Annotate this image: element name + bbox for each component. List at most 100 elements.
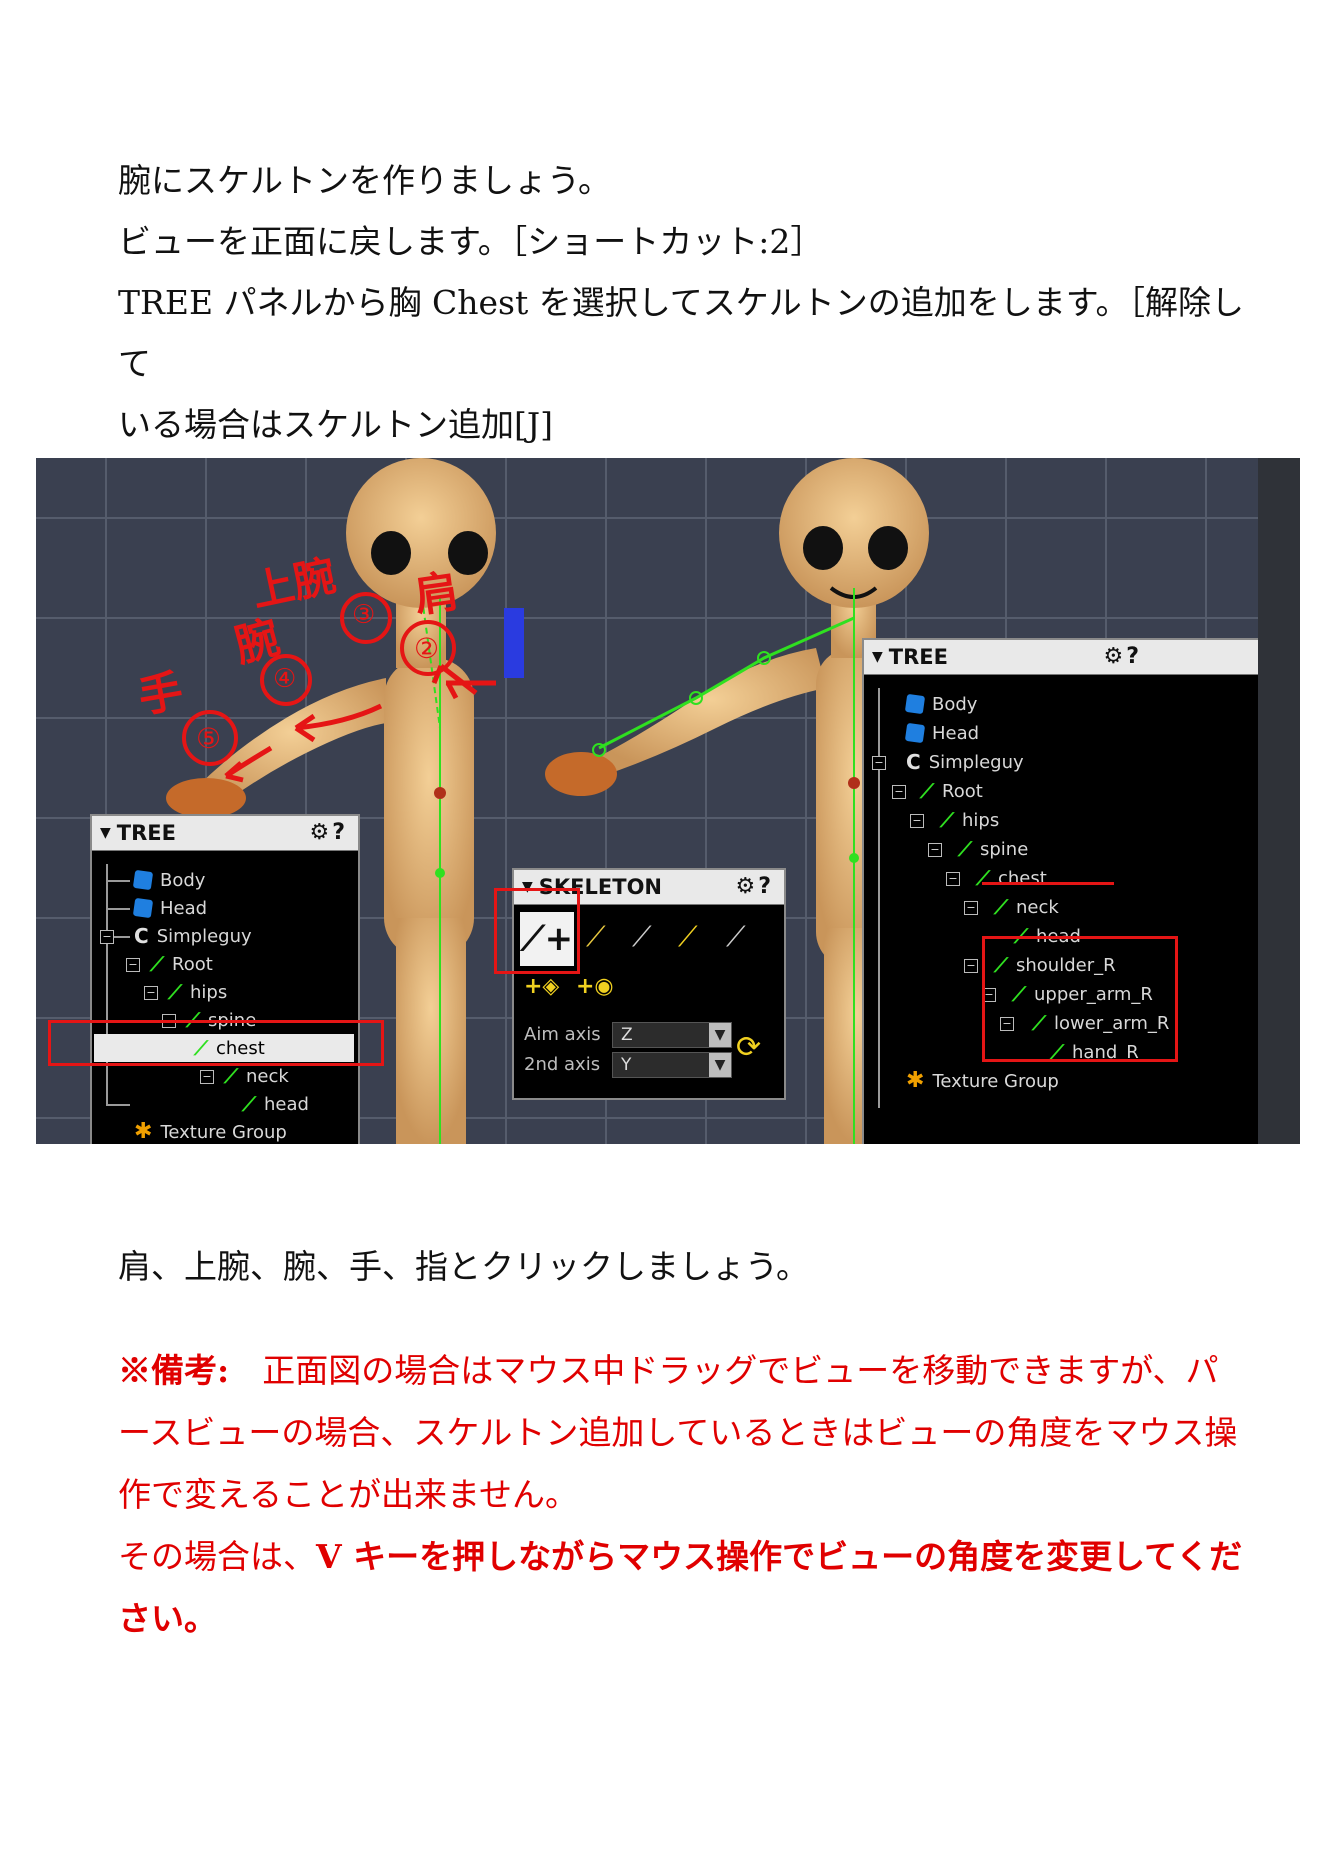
split-bone-icon[interactable]: ⟋ <box>632 920 652 954</box>
tree-item-body[interactable]: Body <box>904 690 978 718</box>
collapse-toggle[interactable]: − <box>892 785 906 799</box>
collapse-toggle[interactable]: − <box>928 843 942 857</box>
tree-item-simpleguy[interactable]: C Simpleguy <box>134 922 252 950</box>
chevron-down-icon: ▼ <box>709 1023 731 1047</box>
ik-bone-icon[interactable]: ⟋ <box>726 920 746 954</box>
tree-item-body[interactable]: Body <box>132 866 206 894</box>
add-unreal-rig-icon[interactable]: +◉ <box>576 974 614 999</box>
second-axis-select[interactable]: Y ▼ <box>612 1052 732 1078</box>
body-instruction: 肩、上腕、腕、手、指とクリックしましょう。 <box>118 1247 810 1286</box>
note-line-2: ースビューの場合、スケルトン追加しているときはビューの角度をマウス操 <box>118 1413 1238 1452</box>
tree-panel-title: TREE <box>116 821 176 845</box>
screenshot-viewport: 上腕 腕 手 肩 ③ ② ④ ⑤ ① ▼ TREE ⚙? Body Head −… <box>36 458 1300 1144</box>
tree-item-label: Body <box>160 869 206 891</box>
tree-item-label: Root <box>942 780 983 802</box>
tree-item-label: spine <box>980 838 1029 860</box>
intro-line-1: 腕にスケルトンを作りましょう。 <box>118 161 612 200</box>
note-label: ※備考: <box>118 1351 230 1390</box>
tree-item-label: head <box>264 1093 309 1115</box>
tree-panel-header[interactable]: ▼ TREE ⚙? <box>92 816 358 851</box>
collapse-triangle-icon[interactable]: ▼ <box>872 649 883 665</box>
bone-icon: ⟋ <box>150 952 164 976</box>
aim-axis-select[interactable]: Z ▼ <box>612 1022 732 1048</box>
tree-item-hips[interactable]: ⟋ hips <box>940 806 999 834</box>
tree-panel-left: ▼ TREE ⚙? Body Head − C Simpleguy − ⟋ Root… <box>90 814 360 1144</box>
character-icon: C <box>906 750 921 774</box>
tree-item-label: neck <box>246 1065 289 1087</box>
second-axis-label: 2nd axis <box>524 1054 601 1075</box>
mesh-cube-icon <box>904 722 926 744</box>
chevron-down-icon: ▼ <box>709 1053 731 1077</box>
move-bone-icon[interactable]: ⟋ <box>586 920 606 954</box>
tree-item-neck[interactable]: ⟋ neck <box>994 893 1059 921</box>
note-line-3: 作で変えることが出来ません。 <box>118 1475 579 1514</box>
bone-icon: ⟋ <box>940 808 954 832</box>
tree-item-neck[interactable]: ⟋ neck <box>224 1062 289 1090</box>
tree-item-label: Head <box>160 897 208 919</box>
tree-item-label: neck <box>1016 896 1059 918</box>
settings-help-icons[interactable]: ⚙? <box>310 820 348 845</box>
character-icon: C <box>134 924 149 948</box>
annotation-number-5: ⑤ <box>196 722 222 755</box>
bone-icon: ⟋ <box>958 837 972 861</box>
viewport-toolbar[interactable] <box>1258 458 1300 1144</box>
tree-item-head-bone[interactable]: ⟋ head <box>242 1090 309 1118</box>
tree-item-label: hips <box>962 809 1000 831</box>
collapse-toggle[interactable]: − <box>126 958 140 972</box>
mesh-cube-icon <box>132 897 154 919</box>
texture-star-icon: ✱ <box>134 1119 153 1144</box>
tree-item-root[interactable]: ⟋ Root <box>150 950 213 978</box>
settings-help-icons[interactable]: ⚙? <box>736 874 774 899</box>
tree-item-simpleguy[interactable]: C Simpleguy <box>906 748 1024 776</box>
note-line-5: さい。 <box>118 1599 217 1638</box>
tree-item-spine[interactable]: ⟋ spine <box>958 835 1028 863</box>
second-axis-value: Y <box>621 1055 632 1075</box>
underline-chest <box>982 882 1114 885</box>
collapse-toggle[interactable]: − <box>872 756 886 770</box>
mesh-cube-icon <box>132 869 154 891</box>
annotation-number-4: ④ <box>273 664 297 694</box>
tree-item-head-mesh[interactable]: Head <box>132 894 208 922</box>
highlight-chest-box <box>48 1020 384 1066</box>
tree-item-hips[interactable]: ⟋ hips <box>168 978 227 1006</box>
skin-bone-icon[interactable]: ⟋ <box>678 920 698 954</box>
texture-star-icon: ✱ <box>906 1068 925 1093</box>
tree-item-texture-group[interactable]: ✱ Texture Group <box>134 1118 287 1144</box>
highlight-add-bone-box <box>494 888 580 974</box>
tree-item-label: Head <box>932 722 980 744</box>
tree-item-label: Root <box>172 953 213 975</box>
annotation-number-3: ③ <box>352 600 376 630</box>
tree-item-label: Texture Group <box>160 1121 287 1143</box>
collapse-toggle[interactable]: − <box>100 930 114 944</box>
intro-line-3: TREE パネルから胸 Chest を選択してスケルトンの追加をします。［解除し… <box>118 283 1244 383</box>
note-line-1: 正面図の場合はマウス中ドラッグでビューを移動できますが、パ <box>229 1351 1219 1390</box>
bone-icon: ⟋ <box>920 779 934 803</box>
tree-item-head-mesh[interactable]: Head <box>904 719 980 747</box>
collapse-toggle[interactable]: − <box>964 959 978 973</box>
aim-axis-label: Aim axis <box>524 1024 601 1045</box>
collapse-toggle[interactable]: − <box>200 1070 214 1084</box>
tree-item-label: Simpleguy <box>928 751 1024 773</box>
annotation-shoulder: 肩 <box>411 566 462 623</box>
tree-item-label: Body <box>932 693 978 715</box>
settings-help-icons[interactable]: ⚙? <box>1104 644 1142 669</box>
tree-item-label: Texture Group <box>932 1070 1059 1092</box>
intro-text: 腕にスケルトンを作りましょう。 ビューを正面に戻します。［ショートカット:2］ … <box>118 150 1248 455</box>
tree-item-root[interactable]: ⟋ Root <box>920 777 983 805</box>
bone-icon: ⟋ <box>994 895 1008 919</box>
collapse-toggle[interactable]: − <box>144 986 158 1000</box>
collapse-toggle[interactable]: − <box>964 901 978 915</box>
intro-line-2: ビューを正面に戻します。［ショートカット:2］ <box>118 222 824 261</box>
tree-panel-title: TREE <box>888 645 948 669</box>
collapse-triangle-icon[interactable]: ▼ <box>100 825 111 841</box>
tree-panel-header[interactable]: ▼ TREE ⚙? <box>864 640 1300 675</box>
collapse-toggle[interactable]: − <box>910 814 924 828</box>
note-line-4b: V キーを押しながらマウス操作でビューの角度を変更してくだ <box>316 1537 1243 1576</box>
tree-item-label: Simpleguy <box>156 925 252 947</box>
tree-item-texture-group[interactable]: ✱ Texture Group <box>906 1067 1059 1095</box>
collapse-toggle[interactable]: − <box>946 872 960 886</box>
tree-item-chest[interactable]: ⟋ chest <box>976 864 1047 892</box>
swap-axis-icon[interactable]: ⟳ <box>736 1030 761 1065</box>
tree-item-label: chest <box>998 867 1047 889</box>
add-unity-rig-icon[interactable]: +◈ <box>524 974 559 999</box>
